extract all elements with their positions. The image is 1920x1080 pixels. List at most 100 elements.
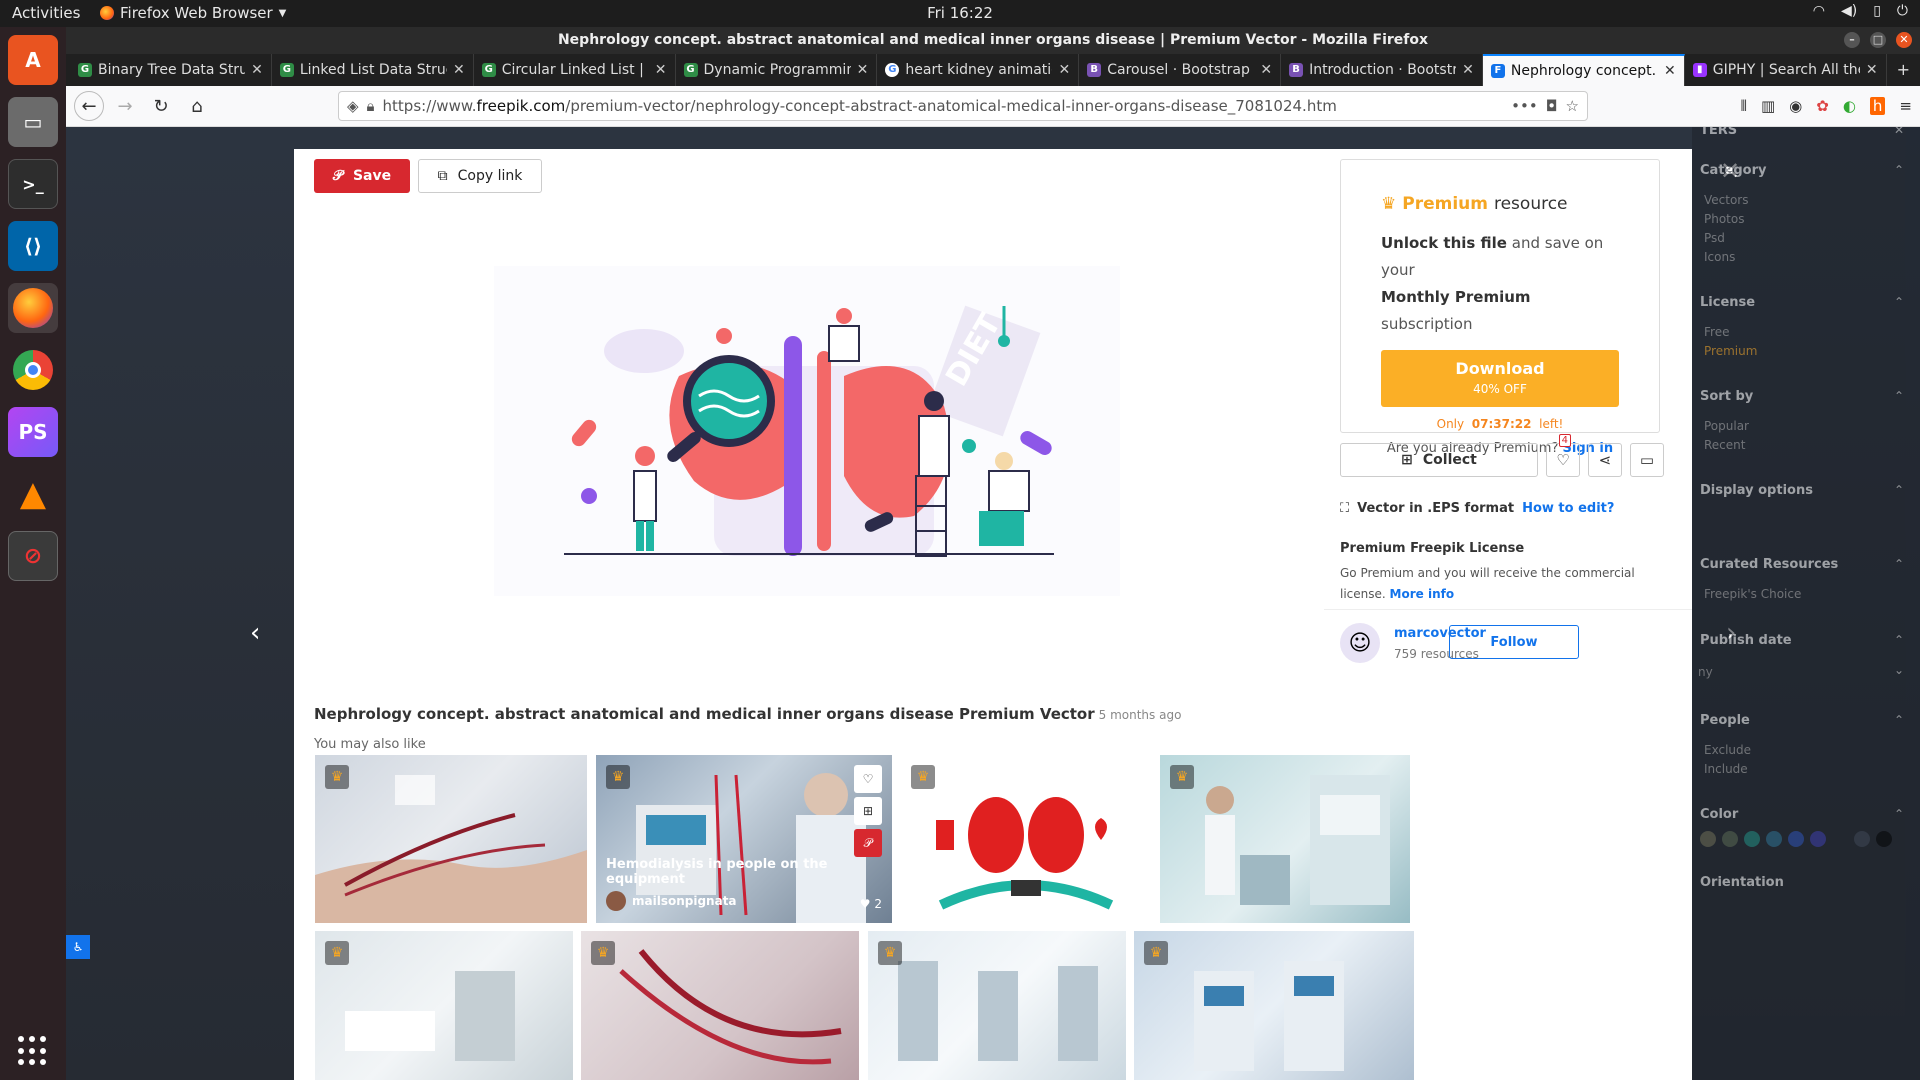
- pinterest-thumb-button[interactable]: 𝒫: [854, 829, 882, 857]
- minimize-button[interactable]: –: [1844, 32, 1860, 48]
- color-swatch[interactable]: [1700, 831, 1716, 847]
- tab-giphy[interactable]: ▮ GIPHY | Search All the ✕: [1685, 54, 1887, 86]
- tab-dynamic-programming[interactable]: G Dynamic Programmin ✕: [676, 54, 878, 86]
- related-thumb-2[interactable]: ♛ ♡ ⊞ 𝒫 Hemodialysis in people on the eq…: [596, 755, 892, 923]
- vscode-icon[interactable]: ⟨⟩: [8, 221, 58, 271]
- filter-curated-heading[interactable]: Curated Resources: [1700, 557, 1838, 572]
- collect-button[interactable]: ⊞ Collect: [1340, 443, 1538, 477]
- how-to-edit-link[interactable]: How to edit?: [1522, 501, 1614, 516]
- filter-option[interactable]: Vectors: [1704, 193, 1749, 207]
- close-filters-icon[interactable]: ✕: [1894, 127, 1904, 137]
- download-button[interactable]: Download 40% OFF: [1381, 350, 1619, 407]
- tab-binary-tree[interactable]: G Binary Tree Data Stru ✕: [70, 54, 272, 86]
- filter-orientation-heading[interactable]: Orientation: [1700, 875, 1784, 890]
- disabled-app-icon[interactable]: ⊘: [8, 531, 58, 581]
- color-swatch[interactable]: [1788, 831, 1804, 847]
- firefox-icon[interactable]: [8, 283, 58, 333]
- shield-icon[interactable]: ◈: [347, 97, 359, 115]
- publish-date-select[interactable]: ny: [1698, 665, 1713, 679]
- close-tab-icon[interactable]: ✕: [1664, 63, 1676, 79]
- system-tray[interactable]: ◠ ◀) ▯ ⏻: [1813, 3, 1908, 19]
- filter-option[interactable]: Free: [1704, 325, 1729, 339]
- pocket-icon[interactable]: ◘: [1546, 97, 1558, 115]
- url-bar[interactable]: ◈ 🔒︎ https://www.freepik.com/premium-vec…: [338, 91, 1588, 121]
- filter-sort-heading[interactable]: Sort by: [1700, 389, 1753, 404]
- filter-option[interactable]: Popular: [1704, 419, 1749, 433]
- color-swatch[interactable]: [1766, 831, 1782, 847]
- new-tab-icon[interactable]: +: [1887, 54, 1920, 86]
- accessibility-icon[interactable]: ♿︎: [66, 935, 90, 959]
- filter-display-heading[interactable]: Display options: [1700, 483, 1813, 498]
- close-tab-icon[interactable]: ✕: [1866, 62, 1878, 78]
- like-button[interactable]: ♡ 4: [1546, 434, 1580, 477]
- like-thumb-button[interactable]: ♡: [854, 765, 882, 793]
- filter-option[interactable]: Icons: [1704, 250, 1735, 264]
- related-thumb-1[interactable]: ♛: [315, 755, 587, 923]
- filter-option[interactable]: Freepik's Choice: [1704, 587, 1801, 601]
- tab-circular-linked-list[interactable]: G Circular Linked List | S ✕: [474, 54, 676, 86]
- library-icon[interactable]: ⫴: [1741, 97, 1747, 115]
- close-tab-icon[interactable]: ✕: [453, 62, 465, 78]
- follow-button[interactable]: Follow: [1449, 625, 1579, 659]
- filter-category-heading[interactable]: Category: [1700, 163, 1766, 178]
- tab-heart-kidney[interactable]: G heart kidney animatio ✕: [877, 54, 1080, 86]
- maximize-button[interactable]: □: [1870, 32, 1886, 48]
- filter-option[interactable]: Exclude: [1704, 743, 1751, 757]
- reload-icon[interactable]: ↻: [146, 91, 176, 121]
- related-thumb-3[interactable]: ♛: [901, 755, 1151, 923]
- color-swatch[interactable]: [1722, 831, 1738, 847]
- previous-resource-arrow[interactable]: ‹: [250, 618, 260, 648]
- related-thumb-4[interactable]: ♛: [1160, 755, 1410, 923]
- hamburger-menu-icon[interactable]: ≡: [1899, 97, 1912, 115]
- collect-thumb-button[interactable]: ⊞: [854, 797, 882, 825]
- comment-button[interactable]: ▭: [1630, 443, 1664, 477]
- tab-nephrology[interactable]: F Nephrology concept. ✕: [1482, 54, 1685, 86]
- filter-option[interactable]: Photos: [1704, 212, 1744, 226]
- extension-orange-icon[interactable]: h: [1869, 97, 1886, 115]
- filter-people-heading[interactable]: People: [1700, 713, 1750, 728]
- close-window-button[interactable]: ✕: [1896, 32, 1912, 48]
- close-tab-icon[interactable]: ✕: [655, 62, 667, 78]
- filter-option[interactable]: Psd: [1704, 231, 1725, 245]
- color-swatch[interactable]: [1810, 831, 1826, 847]
- color-extension-icon[interactable]: ✿: [1816, 97, 1829, 115]
- terminal-icon[interactable]: >_: [8, 159, 58, 209]
- thumb-author[interactable]: mailsonpignata: [606, 891, 737, 911]
- related-thumb-6[interactable]: ♛: [581, 931, 859, 1080]
- account-icon[interactable]: ◉: [1789, 97, 1802, 115]
- page-actions-icon[interactable]: •••: [1511, 97, 1538, 115]
- files-icon[interactable]: ▭: [8, 97, 58, 147]
- filter-license-heading[interactable]: License: [1700, 295, 1755, 310]
- url-text[interactable]: https://www.freepik.com/premium-vector/n…: [383, 97, 1504, 115]
- software-center-icon[interactable]: A: [8, 35, 58, 85]
- lock-icon[interactable]: 🔒︎: [367, 97, 375, 115]
- tab-linked-list[interactable]: G Linked List Data Struc ✕: [272, 54, 474, 86]
- close-tab-icon[interactable]: ✕: [857, 62, 869, 78]
- chrome-icon[interactable]: [8, 345, 58, 395]
- filter-option[interactable]: Recent: [1704, 438, 1745, 452]
- close-tab-icon[interactable]: ✕: [1260, 62, 1272, 78]
- tab-introduction-bootstrap[interactable]: B Introduction · Bootstr ✕: [1281, 54, 1483, 86]
- filter-option[interactable]: Include: [1704, 762, 1748, 776]
- preview-image[interactable]: DIET: [494, 266, 1120, 596]
- more-info-link[interactable]: More info: [1390, 587, 1455, 601]
- color-swatch[interactable]: [1744, 831, 1760, 847]
- close-tab-icon[interactable]: ✕: [1058, 62, 1070, 78]
- back-icon[interactable]: ←: [74, 91, 104, 121]
- color-swatch[interactable]: [1876, 831, 1892, 847]
- pinterest-save-button[interactable]: 𝒫 Save: [314, 159, 410, 193]
- show-applications-icon[interactable]: [18, 1036, 48, 1066]
- related-thumb-8[interactable]: ♛: [1134, 931, 1414, 1080]
- close-tab-icon[interactable]: ✕: [251, 62, 263, 78]
- related-thumb-7[interactable]: ♛: [868, 931, 1126, 1080]
- forward-icon[interactable]: →: [110, 91, 140, 121]
- extension-green-icon[interactable]: ◐: [1843, 97, 1856, 115]
- home-icon[interactable]: ⌂: [182, 91, 212, 121]
- vlc-icon[interactable]: ▲: [8, 469, 58, 519]
- bookmark-star-icon[interactable]: ☆: [1566, 97, 1579, 115]
- filter-color-heading[interactable]: Color: [1700, 807, 1738, 822]
- copy-link-button[interactable]: ⧉ Copy link: [418, 159, 542, 193]
- color-swatch[interactable]: [1854, 831, 1870, 847]
- related-thumb-5[interactable]: ♛: [315, 931, 573, 1080]
- phpstorm-icon[interactable]: PS: [8, 407, 58, 457]
